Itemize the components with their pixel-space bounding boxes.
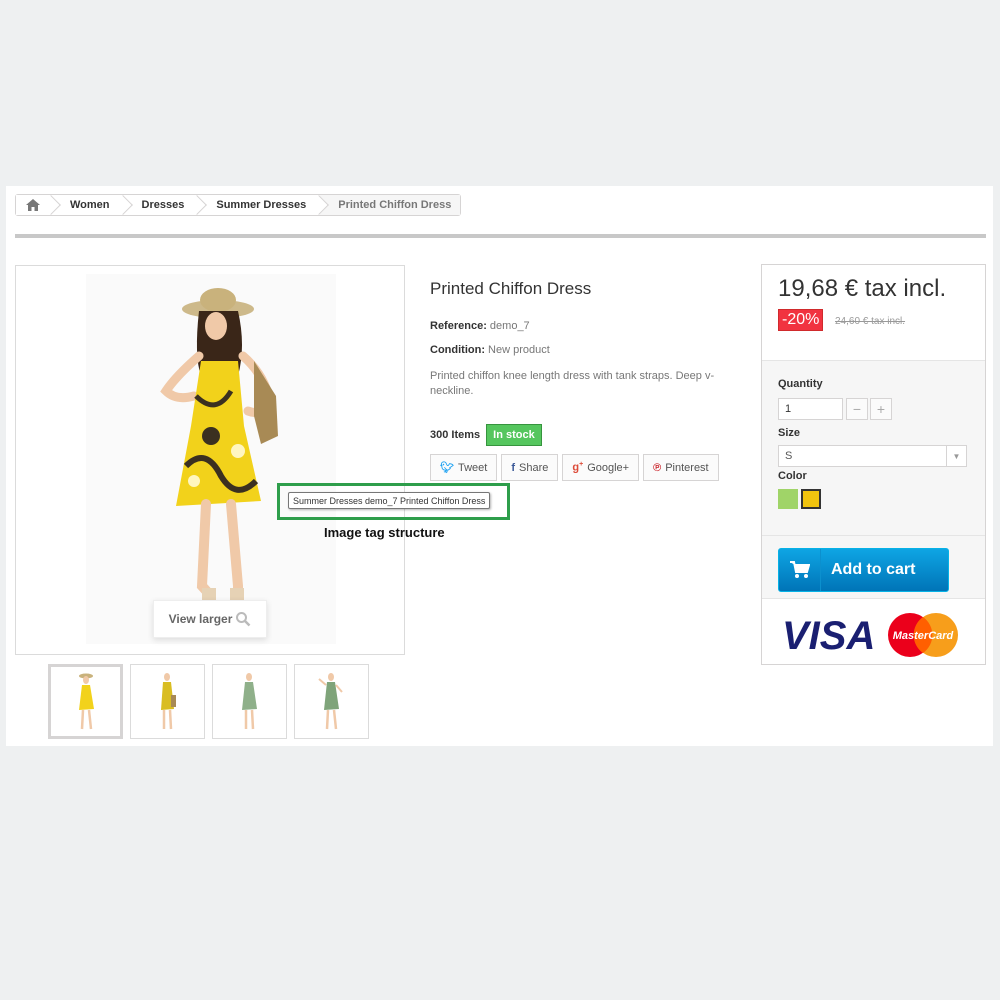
thumbnail-2[interactable] bbox=[130, 664, 205, 739]
size-label: Size bbox=[778, 427, 801, 439]
pinterest-button[interactable]: ℗ Pinterest bbox=[643, 454, 719, 481]
thumbnail-4[interactable] bbox=[294, 664, 369, 739]
thumbnail-yellow-dress bbox=[79, 673, 94, 730]
breadcrumb-women[interactable]: Women bbox=[52, 195, 124, 215]
size-select[interactable]: S ▼ bbox=[778, 445, 967, 467]
add-to-cart-button[interactable]: Add to cart bbox=[778, 548, 949, 592]
color-label: Color bbox=[778, 470, 807, 482]
size-selected-value: S bbox=[785, 450, 793, 462]
breadcrumb-current: Printed Chiffon Dress bbox=[320, 195, 461, 215]
add-to-cart-area: Add to cart bbox=[762, 535, 985, 598]
minus-icon: − bbox=[852, 401, 862, 417]
quantity-decrease-button[interactable]: − bbox=[846, 398, 868, 420]
annotation-caption: Image tag structure bbox=[324, 525, 445, 540]
thumbnail-yellow-dress-side bbox=[161, 673, 176, 730]
visa-logo-text: VISA bbox=[782, 614, 875, 658]
mastercard-logo-text: MasterCard bbox=[893, 630, 954, 642]
cart-icon bbox=[779, 549, 821, 591]
view-larger-label: View larger bbox=[168, 612, 233, 626]
reference-value: demo_7 bbox=[489, 320, 530, 332]
pinterest-icon: ℗ bbox=[653, 461, 662, 474]
thumbnail-green-dress-pose bbox=[318, 673, 343, 730]
product-main-image[interactable]: View larger bbox=[15, 265, 405, 655]
view-larger-button[interactable]: View larger bbox=[153, 600, 267, 638]
reference-line: Reference: demo_7 bbox=[430, 320, 530, 332]
color-swatch-green[interactable] bbox=[778, 489, 798, 509]
pinterest-label: Pinterest bbox=[665, 461, 709, 474]
product-description: Printed chiffon knee length dress with t… bbox=[430, 370, 715, 397]
plus-icon: + bbox=[876, 401, 886, 417]
availability: 300 Items In stock bbox=[430, 424, 542, 446]
condition-value: New product bbox=[488, 344, 550, 356]
color-swatch-yellow[interactable] bbox=[801, 489, 821, 509]
googleplus-button[interactable]: g+ Google+ bbox=[562, 454, 640, 481]
thumbnail-1[interactable] bbox=[48, 664, 123, 739]
image-title-tooltip: Summer Dresses demo_7 Printed Chiffon Dr… bbox=[288, 492, 491, 509]
share-label: Share bbox=[519, 461, 549, 474]
thumbnail-list bbox=[48, 664, 369, 739]
chevron-down-icon: ▼ bbox=[946, 446, 966, 466]
twitter-icon: 🐦︎ bbox=[440, 462, 454, 474]
tweet-label: Tweet bbox=[457, 461, 488, 474]
facebook-share-button[interactable]: f Share bbox=[501, 454, 559, 481]
add-to-cart-label: Add to cart bbox=[831, 561, 916, 578]
buy-box: 19,68 € tax incl. -20% 24,60 € tax incl.… bbox=[761, 264, 986, 665]
header-divider bbox=[15, 234, 986, 238]
quantity-label: Quantity bbox=[778, 378, 823, 390]
payment-logos: VISA MasterCard bbox=[762, 598, 985, 664]
in-stock-badge: In stock bbox=[486, 424, 542, 446]
thumbnail-3[interactable] bbox=[212, 664, 287, 739]
breadcrumb-summer-dresses[interactable]: Summer Dresses bbox=[198, 195, 321, 215]
social-share-buttons: 🐦︎ Tweet f Share g+ Google+ ℗ Pinterest bbox=[430, 454, 719, 481]
googleplus-icon: g+ bbox=[572, 461, 584, 474]
quantity-input[interactable]: 1 bbox=[778, 398, 843, 420]
breadcrumb-dresses[interactable]: Dresses bbox=[123, 195, 199, 215]
current-price: 19,68 € tax incl. bbox=[778, 275, 947, 302]
product-page: Women Dresses Summer Dresses Printed Chi… bbox=[6, 186, 993, 746]
home-icon bbox=[26, 199, 40, 211]
quantity-increase-button[interactable]: + bbox=[870, 398, 892, 420]
thumbnail-green-dress bbox=[242, 673, 257, 730]
facebook-icon: f bbox=[511, 461, 515, 474]
tweet-button[interactable]: 🐦︎ Tweet bbox=[430, 454, 498, 481]
discount-badge: -20% bbox=[778, 309, 824, 331]
breadcrumb-home[interactable] bbox=[16, 195, 52, 215]
dress-model-image bbox=[86, 274, 336, 644]
googleplus-label: Google+ bbox=[587, 461, 630, 474]
product-title: Printed Chiffon Dress bbox=[430, 279, 592, 298]
quantity-available: 300 Items bbox=[430, 429, 481, 441]
visa-mastercard-logo: VISA MasterCard bbox=[782, 613, 958, 658]
image-tag-highlight-box: Summer Dresses demo_7 Printed Chiffon Dr… bbox=[277, 483, 510, 520]
price-area: 19,68 € tax incl. -20% 24,60 € tax incl. bbox=[762, 265, 985, 361]
magnifier-icon bbox=[236, 612, 251, 627]
reference-label: Reference: bbox=[430, 320, 487, 332]
condition-label: Condition: bbox=[430, 344, 485, 356]
breadcrumb: Women Dresses Summer Dresses Printed Chi… bbox=[15, 194, 462, 216]
old-price: 24,60 € tax incl. bbox=[835, 316, 906, 327]
condition-line: Condition: New product bbox=[430, 344, 550, 356]
